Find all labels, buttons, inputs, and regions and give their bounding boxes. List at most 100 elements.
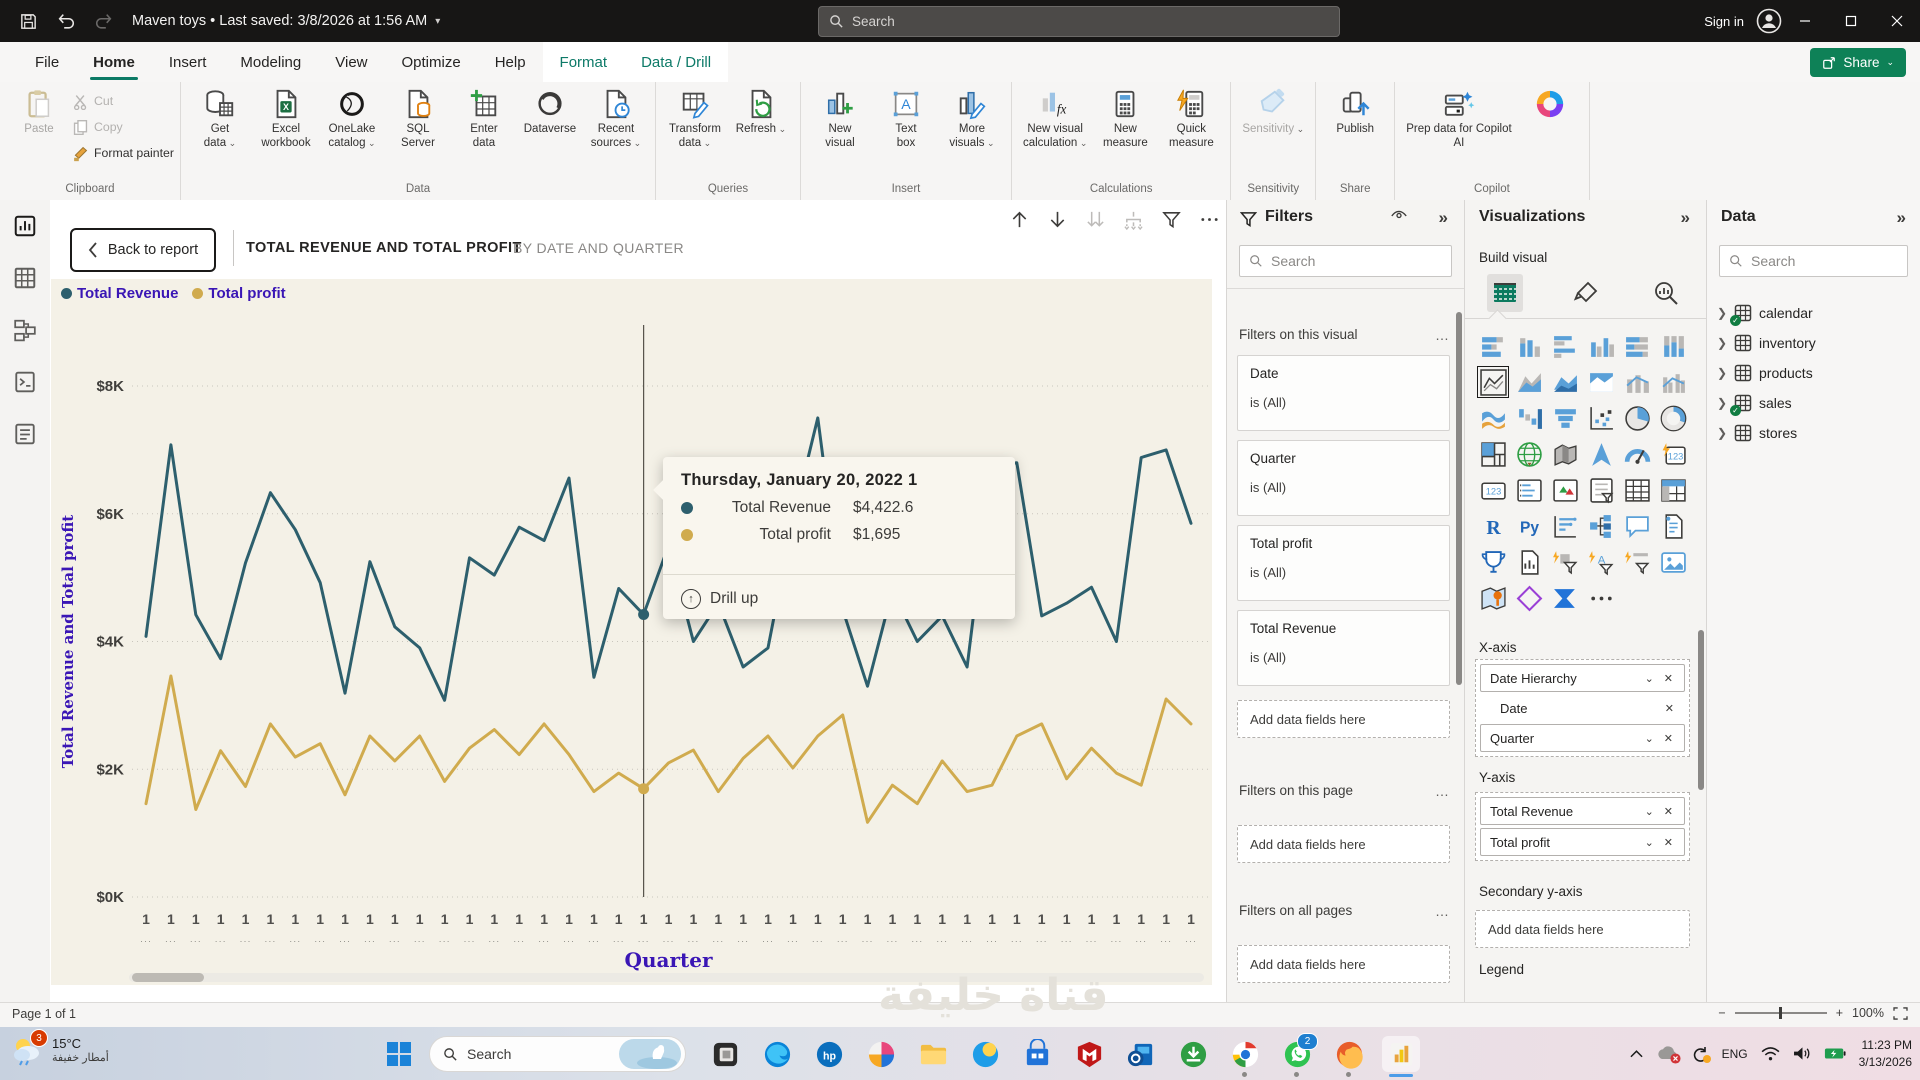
publish-button[interactable]: Publish xyxy=(1322,86,1388,139)
undo-icon[interactable] xyxy=(52,7,80,35)
tab-view[interactable]: View xyxy=(318,42,384,82)
paginated-report-visual-icon[interactable] xyxy=(1511,544,1547,580)
remove-field-icon[interactable]: ✕ xyxy=(1660,702,1679,715)
refresh-button[interactable]: Refresh xyxy=(728,86,794,139)
line-chart[interactable]: $0K$2K$4K$6K$8KTotal Revenue and Total p… xyxy=(51,279,1212,985)
report-view-icon[interactable] xyxy=(13,214,37,238)
tray-expand-icon[interactable] xyxy=(1630,1049,1643,1058)
remove-field-icon[interactable]: ✕ xyxy=(1659,672,1678,685)
image-visual-icon[interactable] xyxy=(1655,544,1691,580)
data-table-calendar[interactable]: ❯✓calendar xyxy=(1717,298,1912,328)
build-visual-tab[interactable] xyxy=(1487,274,1523,312)
taskbar-app-file-explorer[interactable] xyxy=(914,1036,952,1072)
filter-card-total-revenue[interactable]: Total Revenueis (All) xyxy=(1237,610,1450,686)
scrollbar-thumb[interactable] xyxy=(132,973,204,982)
text-analytics-visual-icon[interactable]: A xyxy=(1583,544,1619,580)
chevron-right-icon[interactable]: ❯ xyxy=(1717,396,1727,410)
volume-icon[interactable] xyxy=(1793,1046,1811,1061)
field-pill-quarter[interactable]: Quarter⌄✕ xyxy=(1480,724,1685,752)
tab-home[interactable]: Home xyxy=(76,42,152,82)
secondary-axis-dropzone[interactable]: Add data fields here xyxy=(1475,910,1690,948)
taskbar-app-firefox[interactable] xyxy=(1330,1036,1368,1072)
data-table-sales[interactable]: ❯✓sales xyxy=(1717,388,1912,418)
chevron-right-icon[interactable]: ❯ xyxy=(1717,306,1727,320)
area-chart-visual-icon[interactable] xyxy=(1511,364,1547,400)
field-pill-date-hierarchy[interactable]: Date Hierarchy⌄✕ xyxy=(1480,664,1685,692)
dataverse-button[interactable]: Dataverse xyxy=(517,86,583,139)
tab-optimize[interactable]: Optimize xyxy=(385,42,478,82)
arcgis-map-visual-icon[interactable] xyxy=(1475,580,1511,616)
y-axis-well[interactable]: Total Revenue⌄✕Total profit⌄✕ xyxy=(1475,792,1690,861)
smart-narrative-visual-icon[interactable] xyxy=(1655,508,1691,544)
pie-visual-icon[interactable] xyxy=(1619,400,1655,436)
add-field-dropzone[interactable]: Add data fields here xyxy=(1237,945,1450,983)
taskbar-app-photos[interactable] xyxy=(706,1036,744,1072)
x-axis-well[interactable]: Date Hierarchy⌄✕ Date✕ Quarter⌄✕ xyxy=(1475,659,1690,757)
python-visual-icon[interactable]: Py xyxy=(1511,508,1547,544)
field-pill-date[interactable]: Date✕ xyxy=(1480,695,1685,721)
stacked-area-visual-icon[interactable] xyxy=(1547,364,1583,400)
remove-field-icon[interactable]: ✕ xyxy=(1659,732,1678,745)
sql-server-button[interactable]: SQL Server xyxy=(385,86,451,152)
add-field-dropzone[interactable]: Add data fields here xyxy=(1237,825,1450,863)
slicer-visual-icon[interactable] xyxy=(1583,472,1619,508)
gauge-visual-icon[interactable] xyxy=(1619,436,1655,472)
go-to-next-level-icon[interactable] xyxy=(1084,208,1106,230)
clustered-bar-visual-icon[interactable] xyxy=(1547,328,1583,364)
remove-field-icon[interactable]: ✕ xyxy=(1659,805,1678,818)
line-clustered-column-visual-icon[interactable] xyxy=(1655,364,1691,400)
filter-icon[interactable] xyxy=(1160,208,1182,230)
funnel-visual-icon[interactable] xyxy=(1547,400,1583,436)
battery-icon[interactable] xyxy=(1824,1047,1846,1060)
enter-data-button[interactable]: Enter data xyxy=(451,86,517,152)
more-visuals-button[interactable]: More visuals xyxy=(939,86,1005,152)
format-visual-tab[interactable] xyxy=(1568,274,1604,312)
waterfall-visual-icon[interactable] xyxy=(1511,400,1547,436)
viz-pane-scrollbar[interactable] xyxy=(1698,630,1704,790)
power-automate-filter-visual-icon[interactable] xyxy=(1619,544,1655,580)
line-stacked-column-visual-icon[interactable] xyxy=(1619,364,1655,400)
format-painter-button[interactable]: Format painter xyxy=(72,142,174,164)
data-table-stores[interactable]: ❯stores xyxy=(1717,418,1912,448)
chevron-down-icon[interactable]: ⌄ xyxy=(1640,732,1659,745)
taskbar-app-chrome[interactable] xyxy=(1226,1036,1264,1072)
cut-button[interactable]: Cut xyxy=(72,90,174,112)
chevron-right-icon[interactable]: ❯ xyxy=(1717,426,1727,440)
close-button[interactable] xyxy=(1874,0,1920,42)
onelake-catalog-button[interactable]: OneLake catalog xyxy=(319,86,385,152)
data-table-products[interactable]: ❯products xyxy=(1717,358,1912,388)
filter-card-quarter[interactable]: Quarteris (All) xyxy=(1237,440,1450,516)
drill-up-icon[interactable] xyxy=(1008,208,1030,230)
global-search-input[interactable]: Search xyxy=(818,6,1340,37)
taskbar-app-mcafee[interactable] xyxy=(1070,1036,1108,1072)
dax-query-view-icon[interactable] xyxy=(13,370,37,394)
fit-to-page-icon[interactable] xyxy=(1893,1007,1908,1020)
wifi-icon[interactable] xyxy=(1761,1047,1780,1061)
excel-workbook-button[interactable]: XExcel workbook xyxy=(253,86,319,152)
expand-all-down-icon[interactable] xyxy=(1122,208,1144,230)
dynamics-visual-icon[interactable] xyxy=(1511,580,1547,616)
more-options-icon[interactable]: … xyxy=(1435,327,1450,343)
add-field-dropzone[interactable]: Add data fields here xyxy=(1237,700,1450,738)
legend-item[interactable]: Total profit xyxy=(192,285,285,302)
tmdl-view-icon[interactable] xyxy=(13,422,37,446)
data-search-input[interactable]: Search xyxy=(1719,245,1908,277)
power-automate-visual-icon[interactable] xyxy=(1547,580,1583,616)
zoom-out-icon[interactable]: − xyxy=(1718,1006,1725,1020)
quick-measure-button[interactable]: Quick measure xyxy=(1158,86,1224,152)
model-view-icon[interactable] xyxy=(13,318,37,342)
new-visual-calculation-button[interactable]: fxNew visual calculation xyxy=(1018,86,1092,152)
power-apps-visual-icon[interactable] xyxy=(1547,544,1583,580)
100-stacked-column-visual-icon[interactable] xyxy=(1655,328,1691,364)
data-table-inventory[interactable]: ❯inventory xyxy=(1717,328,1912,358)
decomposition-tree-visual-icon[interactable] xyxy=(1583,508,1619,544)
start-button[interactable] xyxy=(383,1038,415,1070)
weather-widget[interactable]: 3 15°C أمطار خفيفة xyxy=(10,1033,109,1067)
chevron-right-icon[interactable]: ❯ xyxy=(1717,366,1727,380)
kpi-visual-icon[interactable] xyxy=(1547,472,1583,508)
field-pill-total-profit[interactable]: Total profit⌄✕ xyxy=(1480,828,1685,856)
paste-button[interactable]: Paste xyxy=(6,86,72,139)
tab-data-drill[interactable]: Data / Drill xyxy=(624,42,728,82)
legend-item[interactable]: Total Revenue xyxy=(61,285,178,302)
maximize-button[interactable] xyxy=(1828,0,1874,42)
